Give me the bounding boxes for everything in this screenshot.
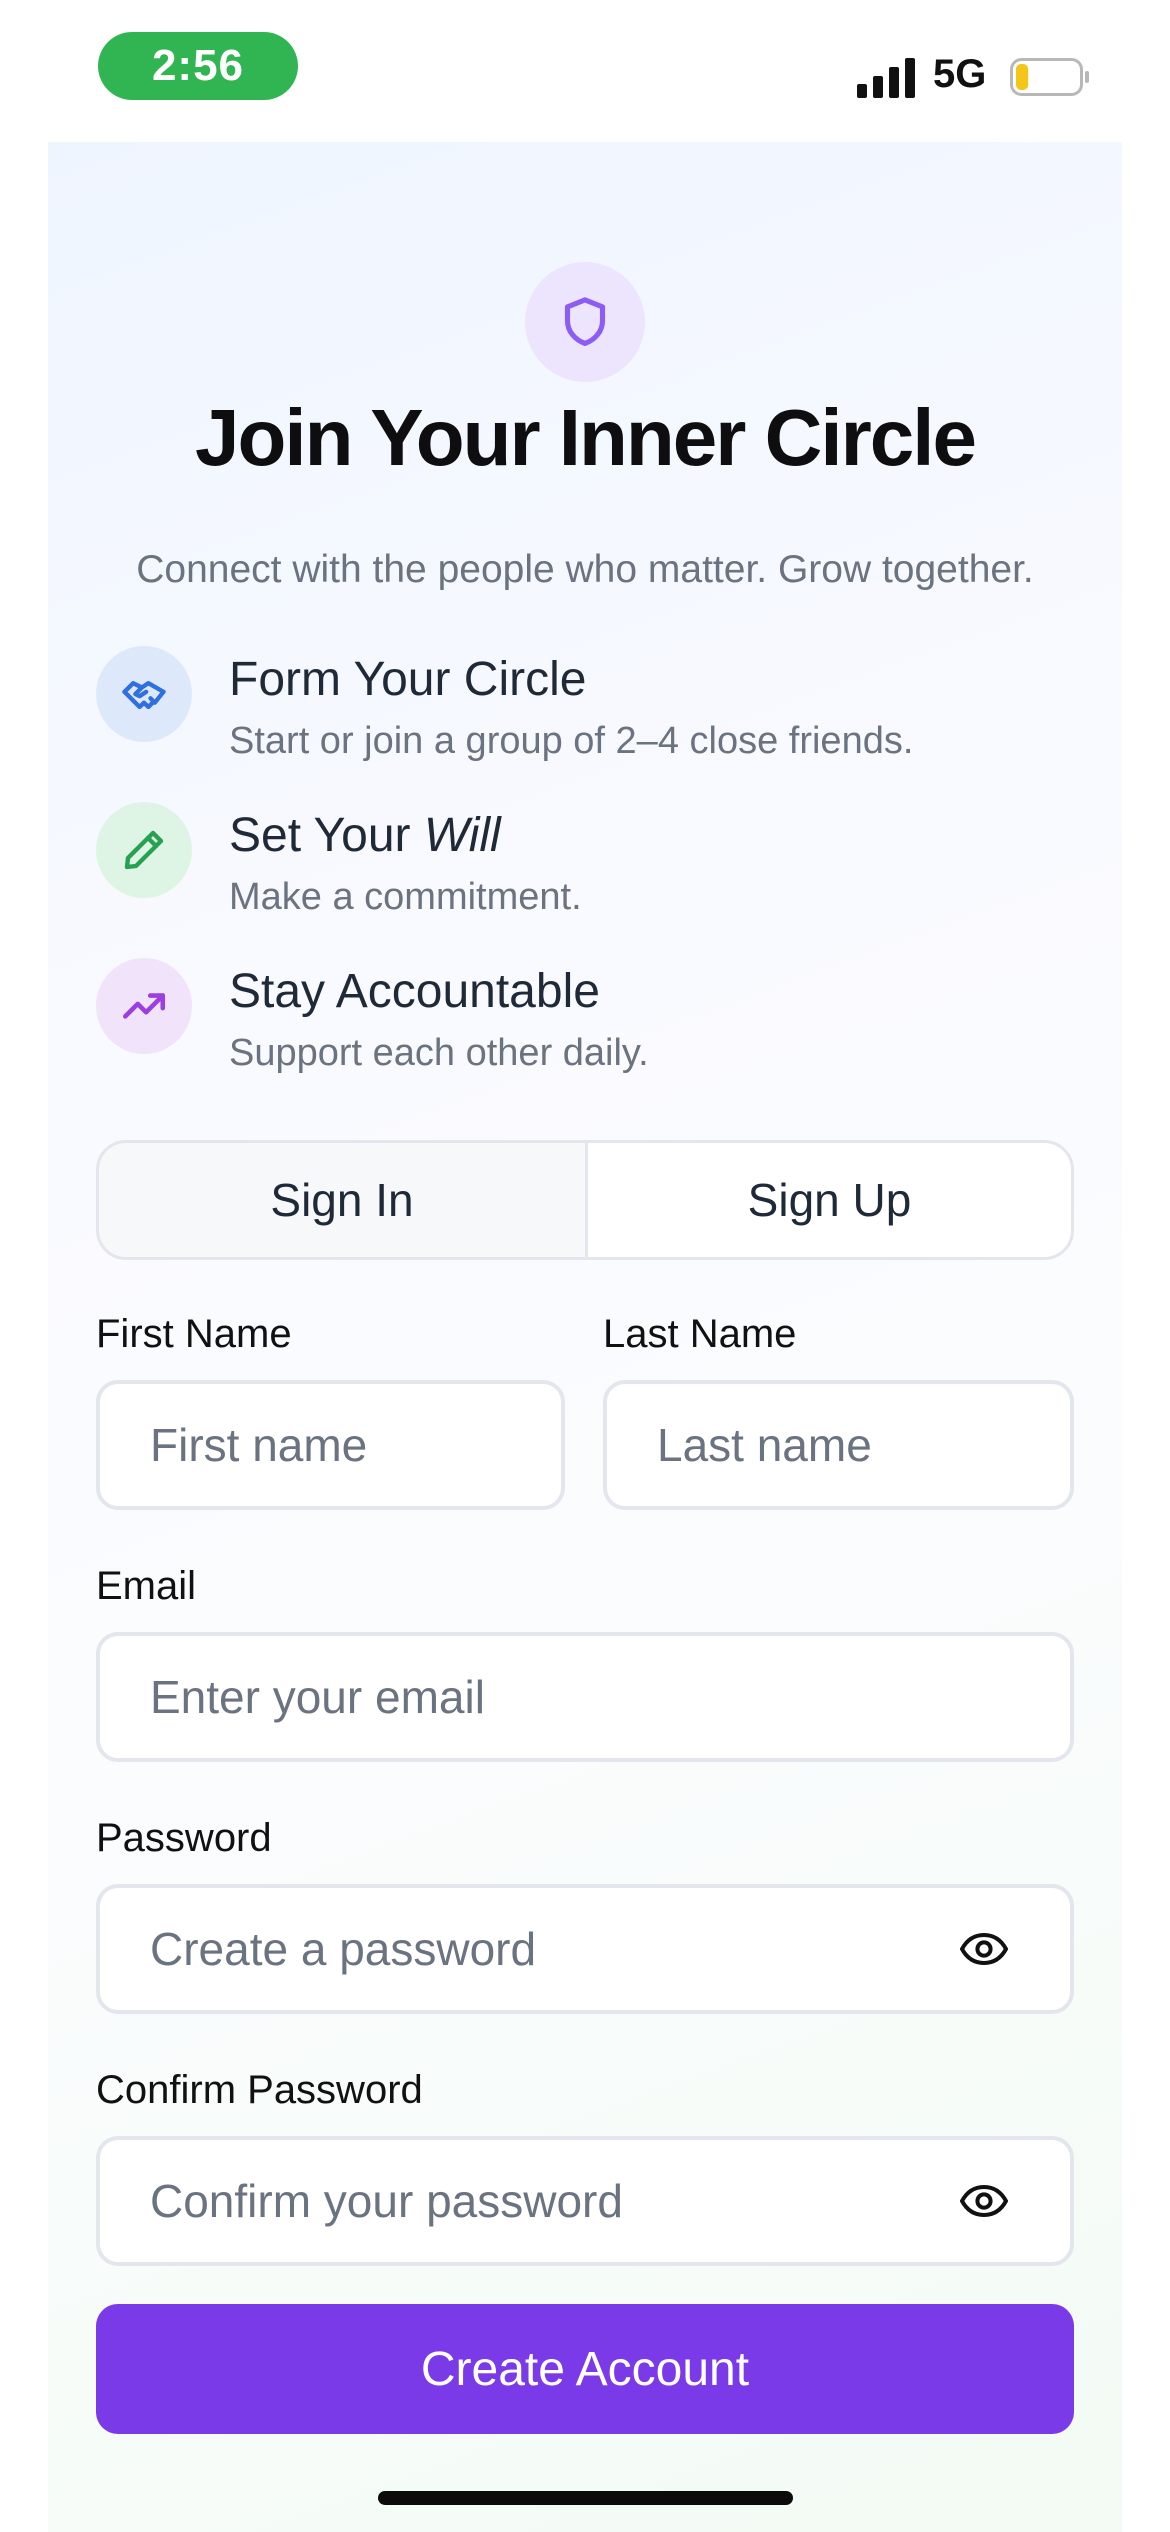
battery-icon [1010,58,1089,96]
handshake-icon [96,646,192,742]
status-bar: 2:56 5G [0,0,1170,140]
feature-description: Start or join a group of 2–4 close frien… [229,720,914,762]
email-label: Email [96,1564,197,1608]
feature-stay-accountable: Stay Accountable Support each other dail… [96,958,1096,1078]
tab-sign-in[interactable]: Sign In [99,1143,585,1257]
feature-title: Form Your Circle [229,653,587,706]
shield-badge [525,262,645,382]
password-label: Password [96,1816,272,1860]
trending-up-icon [96,958,192,1054]
last-name-label: Last Name [603,1312,797,1356]
confirm-password-field[interactable] [96,2136,1074,2266]
last-name-field[interactable] [603,1380,1074,1510]
shield-icon [564,297,606,347]
email-field[interactable] [96,1632,1074,1762]
first-name-field[interactable] [96,1380,565,1510]
pencil-icon [96,802,192,898]
feature-form-circle: Form Your Circle Start or join a group o… [96,646,1096,766]
feature-description: Support each other daily. [229,1032,649,1074]
feature-title: Stay Accountable [229,965,600,1018]
confirm-password-label: Confirm Password [96,2068,423,2112]
create-account-button[interactable]: Create Account [96,2304,1074,2434]
feature-title-emphasis: Will [423,809,501,862]
network-type: 5G [933,52,987,96]
feature-description: Make a commitment. [229,876,582,918]
password-field[interactable] [96,1884,1074,2014]
page-title: Join Your Inner Circle [195,393,977,482]
page-subtitle: Connect with the people who matter. Grow… [136,548,1034,591]
feature-title: Set Your Will [229,808,501,863]
show-confirm-password-icon[interactable] [960,2184,1008,2218]
cellular-signal-icon [857,58,915,98]
first-name-label: First Name [96,1312,292,1356]
tab-sign-up[interactable]: Sign Up [585,1143,1071,1257]
status-time: 2:56 [98,32,298,100]
auth-tabs: Sign In Sign Up [96,1140,1074,1260]
home-indicator[interactable] [378,2491,793,2505]
show-password-icon[interactable] [960,1932,1008,1966]
feature-title-prefix: Set Your [229,809,424,862]
feature-set-will: Set Your Will Make a commitment. [96,802,1096,922]
